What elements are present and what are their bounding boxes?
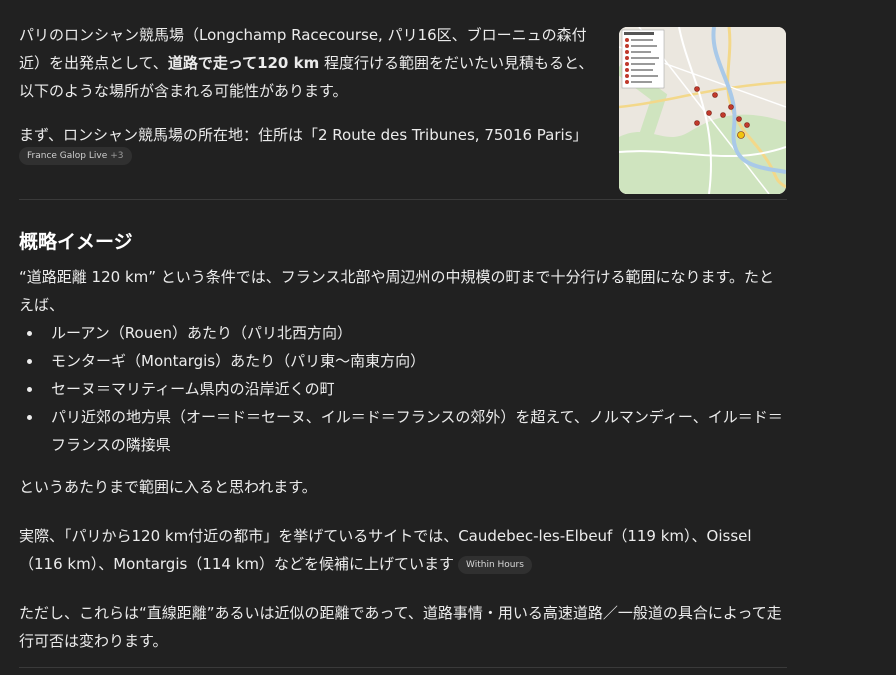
citation-more-count: +3 [110, 150, 124, 161]
section-lead: “道路距離 120 km” という条件では、フランス北部や周辺州の中規模の町まで… [19, 268, 774, 314]
source-badge-within-hours[interactable]: Within Hours [458, 555, 532, 574]
divider [19, 199, 787, 200]
bullet-dot [27, 387, 32, 392]
list-item: パリ近郊の地方県（オー＝ド＝セーヌ、イル＝ド＝フランスの郊外）を超えて、ノルマン… [27, 403, 787, 459]
intro-paragraph: パリのロンシャン競馬場（Longchamp Racecourse, パリ16区、… [19, 21, 599, 105]
list-item-text: ルーアン（Rouen）あたり（パリ北西方向） [51, 324, 352, 342]
intro-block: パリのロンシャン競馬場（Longchamp Racecourse, パリ16区、… [19, 21, 599, 169]
sites-text: 実際、「パリから120 km付近の都市」を挙げているサイトでは、Caudebec… [19, 527, 752, 573]
sites-paragraph: 実際、「パリから120 km付近の都市」を挙げているサイトでは、Caudebec… [19, 522, 787, 578]
section-heading: 概略イメージ [19, 231, 133, 253]
chat-message: パリのロンシャン競馬場（Longchamp Racecourse, パリ16区、… [19, 21, 787, 668]
bullet-dot [27, 415, 32, 420]
divider-bottom [19, 667, 787, 668]
map-thumbnail[interactable] [619, 27, 786, 194]
citation-label: France Galop Live [27, 150, 108, 161]
bullet-list: ルーアン（Rouen）あたり（パリ北西方向） モンターギ（Montargis）あ… [19, 319, 787, 459]
list-item: ルーアン（Rouen）あたり（パリ北西方向） [27, 319, 787, 347]
list-item: モンターギ（Montargis）あたり（パリ東〜南東方向） [27, 347, 787, 375]
note-paragraph: ただし、これらは“直線距離”あるいは近似の距離であって、道路事情・用いる高速道路… [19, 604, 782, 650]
list-item: セーヌ＝マリティーム県内の沿岸近くの町 [27, 375, 787, 403]
address-paragraph: まず、ロンシャン競馬場の所在地：住所は「2 Route des Tribunes… [19, 126, 588, 144]
range-summary: というあたりまで範囲に入ると思われます。 [19, 478, 317, 496]
bullet-dot [27, 359, 32, 364]
bullet-dot [27, 331, 32, 336]
source-citation-chip[interactable]: France Galop Live +3 [19, 146, 132, 165]
list-item-text: セーヌ＝マリティーム県内の沿岸近くの町 [51, 380, 335, 398]
intro-bold: 道路で走って120 km [167, 54, 320, 72]
map-image [619, 27, 786, 194]
list-item-text: パリ近郊の地方県（オー＝ド＝セーヌ、イル＝ド＝フランスの郊外）を超えて、ノルマン… [51, 408, 783, 454]
list-item-text: モンターギ（Montargis）あたり（パリ東〜南東方向） [51, 352, 426, 370]
